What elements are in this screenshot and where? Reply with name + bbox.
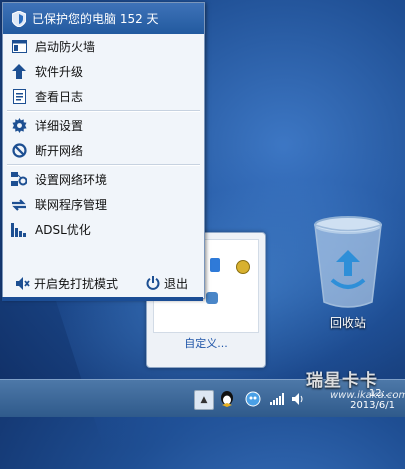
- recycle-bin[interactable]: 回收站: [308, 210, 388, 330]
- arrow-up-icon: [11, 64, 27, 80]
- block-icon: [11, 143, 27, 159]
- volume-icon[interactable]: [290, 390, 308, 408]
- quiet-mode-button[interactable]: 开启免打扰模式: [15, 275, 118, 292]
- menu-item-label: 设置网络环境: [35, 173, 108, 187]
- network-tray-icon[interactable]: [206, 292, 218, 304]
- clock-date: 2013/6/1: [350, 400, 395, 411]
- menu-item-network-program-management[interactable]: 联网程序管理: [3, 192, 204, 217]
- menu-shadow-bar: [2, 297, 203, 301]
- menu-item-label: 详细设置: [35, 119, 84, 133]
- menu-item-view-log[interactable]: 查看日志: [3, 84, 204, 109]
- quiet-mode-label: 开启免打扰模式: [34, 276, 119, 291]
- power-icon: [145, 275, 161, 291]
- customize-link[interactable]: 自定义...: [147, 335, 265, 351]
- qq-icon[interactable]: [218, 390, 236, 408]
- menu-separator: [7, 110, 200, 112]
- firewall-tray-icon[interactable]: [244, 390, 262, 408]
- menu-item-disconnect-network[interactable]: 断开网络: [3, 138, 204, 163]
- menu-item-label: 启动防火墙: [35, 40, 96, 54]
- menu-item-start-firewall[interactable]: 启动防火墙: [3, 34, 204, 59]
- log-icon: [11, 89, 27, 105]
- brand-watermark: 瑞星卡卡: [306, 371, 378, 391]
- menu-item-label: 查看日志: [35, 90, 84, 104]
- menu-separator: [7, 164, 200, 166]
- window-icon: [11, 39, 27, 55]
- recycle-bin-icon: [314, 216, 382, 308]
- menu-footer: 开启免打扰模式 退出: [3, 268, 204, 298]
- bar-chart-icon: [11, 222, 27, 238]
- menu-item-adsl-optimize[interactable]: ADSL优化: [3, 217, 204, 242]
- clock[interactable]: 12:… 2013/6/1: [350, 388, 395, 412]
- menu-header: 已保护您的电脑 152 天: [3, 3, 204, 34]
- menu-item-label: 断开网络: [35, 144, 84, 158]
- shield-tray-icon[interactable]: [210, 258, 220, 272]
- gear-icon: [11, 118, 27, 134]
- exit-label: 退出: [163, 276, 188, 291]
- firewall-context-menu: 已保护您的电脑 152 天 启动防火墙 软件升级 查看日志 详细设置 断开网络: [2, 2, 205, 299]
- recycle-bin-label: 回收站: [329, 316, 366, 330]
- menu-item-software-upgrade[interactable]: 软件升级: [3, 59, 204, 84]
- network-settings-icon: [11, 172, 27, 188]
- protection-days-text: 已保护您的电脑 152 天: [32, 12, 159, 26]
- menu-item-label: 联网程序管理: [35, 198, 108, 212]
- exit-button[interactable]: 退出: [145, 275, 188, 292]
- menu-item-label: 软件升级: [35, 65, 84, 79]
- shield-icon: [12, 10, 26, 27]
- menu-item-label: ADSL优化: [35, 223, 91, 237]
- show-hidden-icons-button[interactable]: ▲: [194, 390, 214, 410]
- mute-icon: [15, 275, 31, 291]
- menu-item-network-environment[interactable]: 设置网络环境: [3, 167, 204, 192]
- menu-item-detailed-settings[interactable]: 详细设置: [3, 113, 204, 138]
- network-signal-icon[interactable]: [268, 390, 286, 408]
- app-tray-icon[interactable]: [236, 260, 250, 274]
- sync-icon: [11, 197, 27, 213]
